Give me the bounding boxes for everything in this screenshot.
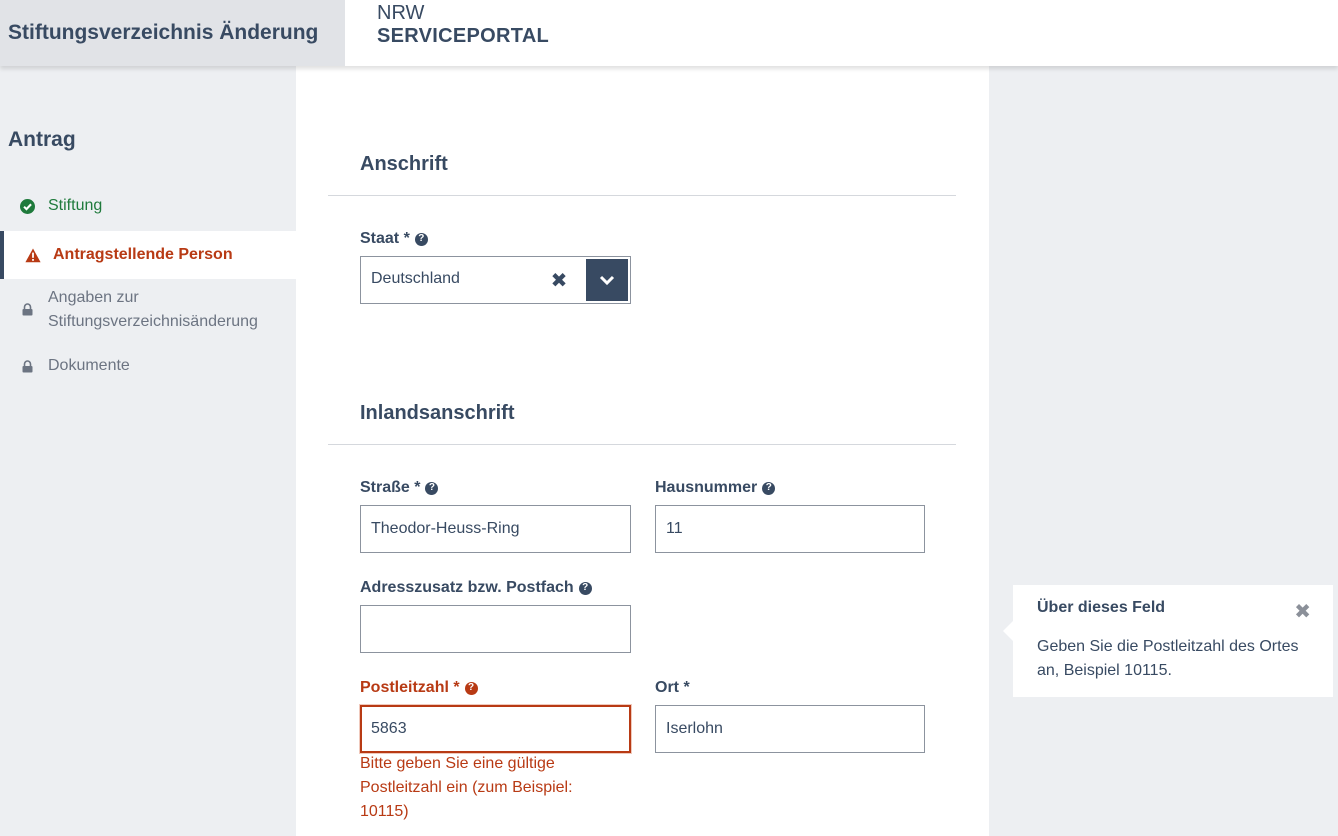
chevron-down-icon xyxy=(599,275,615,285)
ort-input[interactable] xyxy=(655,705,925,753)
section-divider xyxy=(328,195,956,196)
close-icon[interactable]: ✖ xyxy=(1294,599,1311,624)
staat-select-value: Deutschland xyxy=(371,270,460,287)
warning-triangle-icon xyxy=(24,246,42,264)
app-title: Stiftungsverzeichnis Änderung xyxy=(8,21,319,44)
adresszusatz-input[interactable] xyxy=(360,605,631,653)
hausnummer-label-text: Hausnummer xyxy=(655,479,758,496)
section-divider xyxy=(328,444,956,445)
sidebar: Antrag Stiftung Antragstellende Person A… xyxy=(0,66,296,836)
postleitzahl-label: Postleitzahl * ? xyxy=(360,679,478,697)
help-icon[interactable]: ? xyxy=(762,481,776,495)
main-form: Anschrift Staat * ? Deutschland ✖ Inland… xyxy=(296,66,989,836)
sidebar-item-label-line1: Angaben zur xyxy=(48,289,139,306)
top-header: Stiftungsverzeichnis Änderung NRW SERVIC… xyxy=(0,0,1338,66)
lock-icon xyxy=(18,300,36,318)
check-circle-icon xyxy=(18,197,36,215)
dropdown-button[interactable] xyxy=(586,259,628,301)
sidebar-item-antragstellende-person[interactable]: Antragstellende Person xyxy=(0,231,296,279)
ort-label: Ort * xyxy=(655,679,690,697)
postleitzahl-label-text: Postleitzahl * xyxy=(360,679,460,696)
brand-logo[interactable]: NRW SERVICEPORTAL xyxy=(377,2,549,48)
ort-label-text: Ort * xyxy=(655,679,690,696)
strasse-input[interactable] xyxy=(360,505,631,553)
sidebar-item-dokumente: Dokumente xyxy=(0,354,296,378)
strasse-label: Straße * ? xyxy=(360,479,439,497)
postleitzahl-error-message: Bitte geben Sie eine gültige Postleitzah… xyxy=(360,755,573,820)
field-help-tooltip: Über dieses Feld ✖ Geben Sie die Postlei… xyxy=(1003,585,1333,697)
staat-label: Staat * ? xyxy=(360,230,428,248)
strasse-label-text: Straße * xyxy=(360,479,421,496)
brand-top-text: NRW xyxy=(377,2,425,24)
postleitzahl-input[interactable] xyxy=(360,705,631,753)
tooltip-text: Geben Sie die Postleitzahl des Ortes an,… xyxy=(1037,638,1299,679)
staat-label-text: Staat * xyxy=(360,230,410,247)
sidebar-item-label: Dokumente xyxy=(48,357,130,374)
sidebar-item-label-line2: Stiftungsverzeichnisänderung xyxy=(48,313,258,330)
help-icon[interactable]: ? xyxy=(578,581,592,595)
section-title-inlandsanschrift: Inlandsanschrift xyxy=(360,402,515,424)
tooltip-title: Über dieses Feld xyxy=(1037,599,1166,616)
app-title-box: Stiftungsverzeichnis Änderung xyxy=(0,0,345,66)
sidebar-heading: Antrag xyxy=(8,128,76,151)
lock-icon xyxy=(18,357,36,375)
clear-icon[interactable]: ✖ xyxy=(549,269,569,292)
brand-bottom-text: SERVICEPORTAL xyxy=(377,25,550,47)
hausnummer-input[interactable] xyxy=(655,505,925,553)
adresszusatz-label: Adresszusatz bzw. Postfach ? xyxy=(360,579,592,597)
help-icon[interactable]: ? xyxy=(464,681,478,695)
adresszusatz-label-text: Adresszusatz bzw. Postfach xyxy=(360,579,574,596)
help-icon[interactable]: ? xyxy=(425,481,439,495)
section-title-anschrift: Anschrift xyxy=(360,153,448,175)
help-icon[interactable]: ? xyxy=(414,232,428,246)
sidebar-item-angaben: Angaben zur Stiftungsverzeichnisänderung xyxy=(0,286,296,334)
staat-select[interactable]: Deutschland ✖ xyxy=(360,256,631,304)
tooltip-arrow xyxy=(1003,621,1013,641)
hausnummer-label: Hausnummer ? xyxy=(655,479,776,497)
sidebar-item-stiftung[interactable]: Stiftung xyxy=(0,194,296,218)
sidebar-item-label: Angaben zur Stiftungsverzeichnisänderung xyxy=(48,286,258,334)
sidebar-item-label: Antragstellende Person xyxy=(53,246,233,263)
sidebar-item-label: Stiftung xyxy=(48,197,103,214)
